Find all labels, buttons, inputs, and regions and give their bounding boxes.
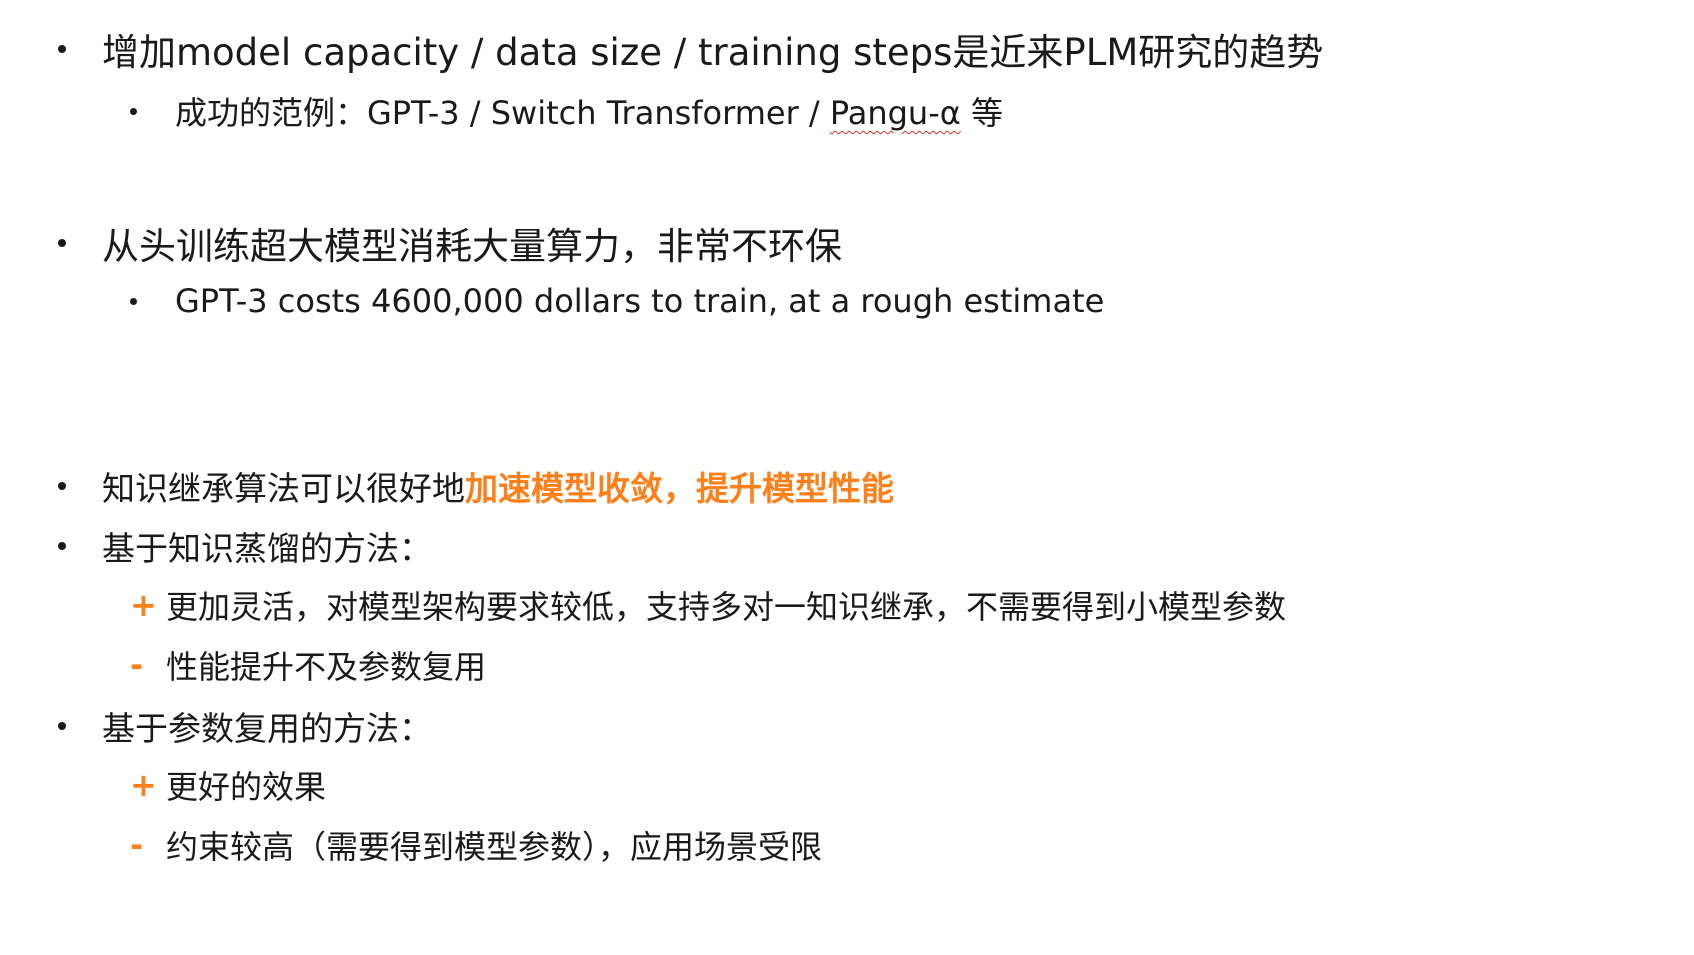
bullet-dot-icon: [58, 239, 66, 247]
bullet-item-compute-cost: 从头训练超大模型消耗大量算力，非常不环保: [58, 216, 842, 270]
spellcheck-flagged-word: Pangu-α: [829, 94, 961, 132]
bullet-text: 基于知识蒸馏的方法：: [102, 529, 432, 568]
bullet-dot-icon: [130, 107, 137, 115]
bullet-item-distillation: 基于知识蒸馏的方法：: [58, 522, 432, 570]
sub-bullet-text: 成功的范例：GPT-3 / Switch Transformer / Pangu…: [175, 88, 1003, 134]
examples-suffix: 等: [960, 94, 1004, 132]
pro-item: + 更好的效果: [130, 762, 326, 808]
slide: 增加model capacity / data size / training …: [0, 0, 1694, 955]
sub-bullet-gpt3-cost: GPT-3 costs 4600,000 dollars to train, a…: [130, 282, 1104, 320]
bullet-text-highlight: 加速模型收敛，提升模型性能: [465, 469, 894, 508]
pro-item: + 更加灵活，对模型架构要求较低，支持多对一知识继承，不需要得到小模型参数: [130, 582, 1286, 628]
bullet-dot-icon: [58, 45, 66, 53]
con-item: - 约束较高（需要得到模型参数），应用场景受限: [130, 822, 822, 868]
plus-sign-icon: +: [130, 766, 157, 804]
sub-bullet-text: GPT-3 costs 4600,000 dollars to train, a…: [175, 282, 1105, 320]
bullet-item-parameter-reuse: 基于参数复用的方法：: [58, 702, 432, 750]
bullet-text: 增加model capacity / data size / training …: [102, 31, 1324, 74]
bullet-dot-icon: [58, 542, 66, 550]
pro-text: 更加灵活，对模型架构要求较低，支持多对一知识继承，不需要得到小模型参数: [166, 588, 1287, 626]
bullet-text-plain: 知识继承算法可以很好地: [102, 469, 465, 508]
con-item: - 性能提升不及参数复用: [130, 642, 486, 688]
bullet-item-knowledge-inheritance: 知识继承算法可以很好地加速模型收敛，提升模型性能: [58, 462, 894, 510]
con-text: 约束较高（需要得到模型参数），应用场景受限: [166, 828, 823, 866]
bullet-dot-icon: [130, 297, 137, 305]
bullet-text: 从头训练超大模型消耗大量算力，非常不环保: [102, 225, 842, 268]
bullet-text: 知识继承算法可以很好地加速模型收敛，提升模型性能: [102, 462, 894, 510]
bullet-item-scaling-trend: 增加model capacity / data size / training …: [58, 22, 1323, 76]
examples-prefix: 成功的范例：GPT-3 / Switch Transformer /: [175, 94, 830, 132]
sub-bullet-examples: 成功的范例：GPT-3 / Switch Transformer / Pangu…: [130, 88, 1003, 134]
minus-sign-icon: -: [130, 646, 144, 684]
bullet-text: 基于参数复用的方法：: [102, 709, 432, 748]
minus-sign-icon: -: [130, 826, 144, 864]
bullet-dot-icon: [58, 722, 66, 730]
pro-text: 更好的效果: [166, 768, 327, 806]
plus-sign-icon: +: [130, 586, 157, 624]
con-text: 性能提升不及参数复用: [166, 648, 487, 686]
bullet-dot-icon: [58, 482, 66, 490]
